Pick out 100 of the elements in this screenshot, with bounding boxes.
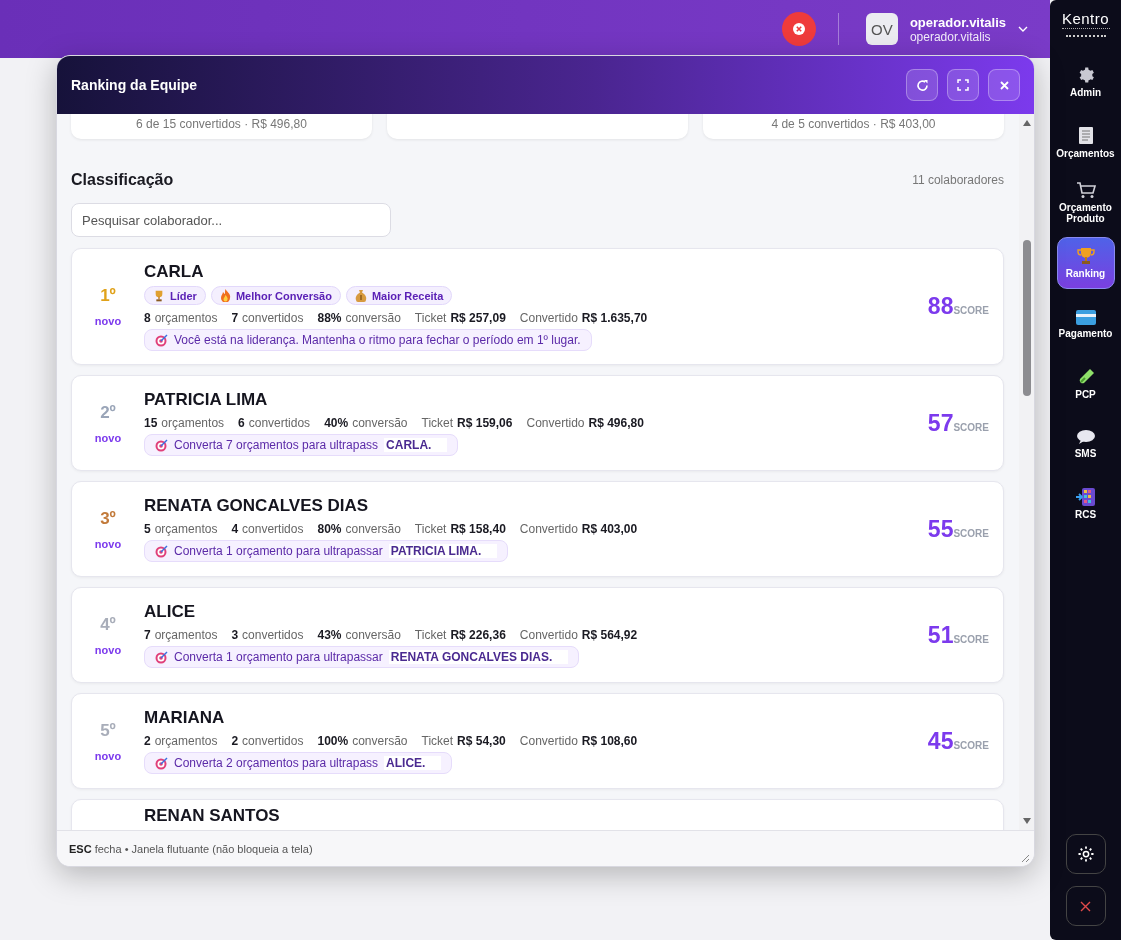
- stat-value: 43%: [317, 628, 342, 642]
- target-icon: [155, 438, 168, 452]
- stat-label: orçamentos: [154, 311, 218, 325]
- trophy-icon: [153, 289, 165, 302]
- scroll-down-icon[interactable]: [1022, 818, 1031, 824]
- stat-label: Convertido: [519, 628, 578, 642]
- scroll-up-icon[interactable]: [1022, 120, 1031, 126]
- ranking-card[interactable]: 3º novo RENATA GONCALVES DIAS 5 orçamentos 4 convertidos 80% conversão Ticket R$ 158,40 Convertido R$ 403,00 Converta 1 orçamento para ultrapassar PATRICIA LIMA. 55SCORE: [71, 481, 1004, 577]
- new-label: novo: [94, 537, 122, 550]
- disconnect-button[interactable]: [781, 12, 816, 46]
- user-name: operador.vitalis: [909, 14, 1006, 30]
- rank-position: 1º: [100, 286, 116, 306]
- resize-grip-icon[interactable]: [1020, 853, 1030, 863]
- window-title: Ranking da Equipe: [71, 77, 198, 93]
- logo: Kentro: [1061, 10, 1110, 27]
- achievement-badge: Maior Receita: [345, 286, 453, 305]
- sidebar-item[interactable]: Admin: [1057, 57, 1114, 107]
- credit-card-icon: [1075, 309, 1096, 325]
- stat-value: 7: [144, 628, 151, 642]
- settings-icon: [1076, 845, 1095, 863]
- trophy-icon: [1076, 247, 1095, 265]
- document-icon: [1077, 125, 1094, 145]
- rank-position: 4º: [100, 614, 116, 635]
- stat-value: R$ 108,60: [581, 734, 638, 748]
- ranking-card[interactable]: 2º novo PATRICIA LIMA 15 orçamentos 6 convertidos 40% conversão Ticket R$ 159,06 Convertido R$ 496,80 Converta 7 orçamentos para ultrapass CARLA. 57SCORE: [71, 375, 1004, 471]
- user-avatar[interactable]: OV: [865, 13, 898, 45]
- ranking-card[interactable]: 5º novo MARIANA 2 orçamentos 2 convertidos 100% conversão Ticket R$ 54,30 Convertido R$ 108,60 Converta 2 orçamentos para ultrapass ALICE. 45SCORE: [71, 693, 1004, 789]
- stat-value: 80%: [317, 522, 342, 536]
- stat-label: orçamentos: [154, 734, 218, 748]
- new-label: novo: [94, 749, 122, 762]
- score-label: SCORE: [953, 421, 989, 433]
- collaborator-name: MARIANA: [144, 708, 226, 728]
- stat-label: convertidos: [242, 311, 304, 325]
- sidebar-item[interactable]: Orçamento Produto: [1057, 177, 1114, 227]
- score-label: SCORE: [953, 739, 989, 751]
- cart-icon: [1075, 180, 1096, 199]
- search-field[interactable]: Pesquisar colaborador...: [71, 203, 391, 237]
- new-label: novo: [94, 431, 122, 444]
- stat-value: R$ 54,30: [457, 734, 506, 748]
- chevron-down-icon[interactable]: [1018, 26, 1028, 32]
- stat-value: 3: [231, 628, 239, 642]
- stat-label: convertidos: [248, 416, 311, 430]
- sidebar-item[interactable]: PCP: [1057, 359, 1114, 409]
- stat-value: 2: [231, 734, 239, 748]
- sidebar-item[interactable]: Orçamentos: [1057, 117, 1114, 167]
- stat-label: orçamentos: [161, 416, 225, 430]
- score-value: 55: [927, 515, 954, 543]
- money-bag-icon: [354, 289, 367, 302]
- stat-label: conversão: [345, 628, 401, 642]
- stat-label: Convertido: [526, 416, 585, 430]
- scrollbar[interactable]: [1019, 114, 1034, 830]
- fullscreen-icon: [957, 79, 969, 91]
- sidebar-item[interactable]: Ranking: [1056, 237, 1115, 289]
- target-icon: [155, 756, 168, 770]
- goal-target: RENATA GONCALVES DIAS.: [388, 650, 569, 664]
- refresh-button[interactable]: [906, 69, 938, 101]
- stat-label: Convertido: [519, 522, 578, 536]
- stat-value: 40%: [324, 416, 349, 430]
- stat-label: Convertido: [519, 311, 578, 325]
- target-icon: [155, 544, 168, 558]
- ranking-card[interactable]: [71, 248, 1004, 365]
- stat-value: 4: [231, 522, 239, 536]
- flame-icon: [219, 289, 231, 302]
- stat-label: conversão: [345, 311, 401, 325]
- collaborator-name: RENAN SANTOS: [144, 806, 281, 826]
- achievement-badge: Líder: [144, 286, 206, 305]
- settings-button[interactable]: [1065, 834, 1106, 874]
- summary-text: 6 de 15 convertidos · R$ 496,80: [136, 117, 307, 131]
- rank-position: 3º: [100, 508, 116, 529]
- stat-value: R$ 257,09: [450, 311, 506, 325]
- stat-label: Ticket: [414, 522, 447, 536]
- stat-label: orçamentos: [154, 628, 218, 642]
- ranking-card[interactable]: 4º novo ALICE 7 orçamentos 3 convertidos 43% conversão Ticket R$ 226,36 Convertido R$ 564,92 Converta 1 orçamento para ultrapassar RENATA GONCALVES DIAS. 51SCORE: [71, 587, 1004, 683]
- score-label: SCORE: [953, 527, 989, 539]
- goal-target: PATRICIA LIMA.: [388, 544, 498, 558]
- stat-value: 6: [238, 416, 245, 430]
- goal-text: Converta 1 orçamento para ultrapassar: [174, 650, 383, 664]
- sidebar-item[interactable]: Pagamento: [1057, 299, 1114, 349]
- stat-label: convertidos: [242, 628, 304, 642]
- sidebar-item[interactable]: SMS: [1057, 419, 1114, 469]
- stat-label: orçamentos: [154, 522, 218, 536]
- goal-text: Converta 1 orçamento para ultrapassar: [174, 544, 383, 558]
- stat-label: Ticket: [414, 311, 447, 325]
- stat-label: conversão: [352, 416, 408, 430]
- score-value: 51: [927, 621, 954, 649]
- sidebar-item[interactable]: RCS: [1057, 479, 1114, 529]
- speech-bubble-icon: [1075, 429, 1096, 445]
- target-icon: [155, 333, 168, 347]
- score-value: 57: [927, 409, 954, 437]
- new-label: novo: [94, 643, 122, 656]
- stat-label: conversão: [352, 734, 408, 748]
- stat-value: 5: [144, 522, 151, 536]
- stat-value: R$ 158,40: [450, 522, 506, 536]
- summary-text: 4 de 5 convertidos · R$ 403,00: [771, 117, 936, 131]
- fullscreen-button[interactable]: [947, 69, 979, 101]
- section-title: Classificação: [71, 171, 174, 189]
- ranking-card[interactable]: RENAN SANTOS: [71, 799, 1004, 830]
- scrollbar-thumb[interactable]: [1022, 240, 1031, 396]
- stat-value: R$ 1.635,70: [581, 311, 648, 325]
- stat-value: R$ 226,36: [450, 628, 506, 642]
